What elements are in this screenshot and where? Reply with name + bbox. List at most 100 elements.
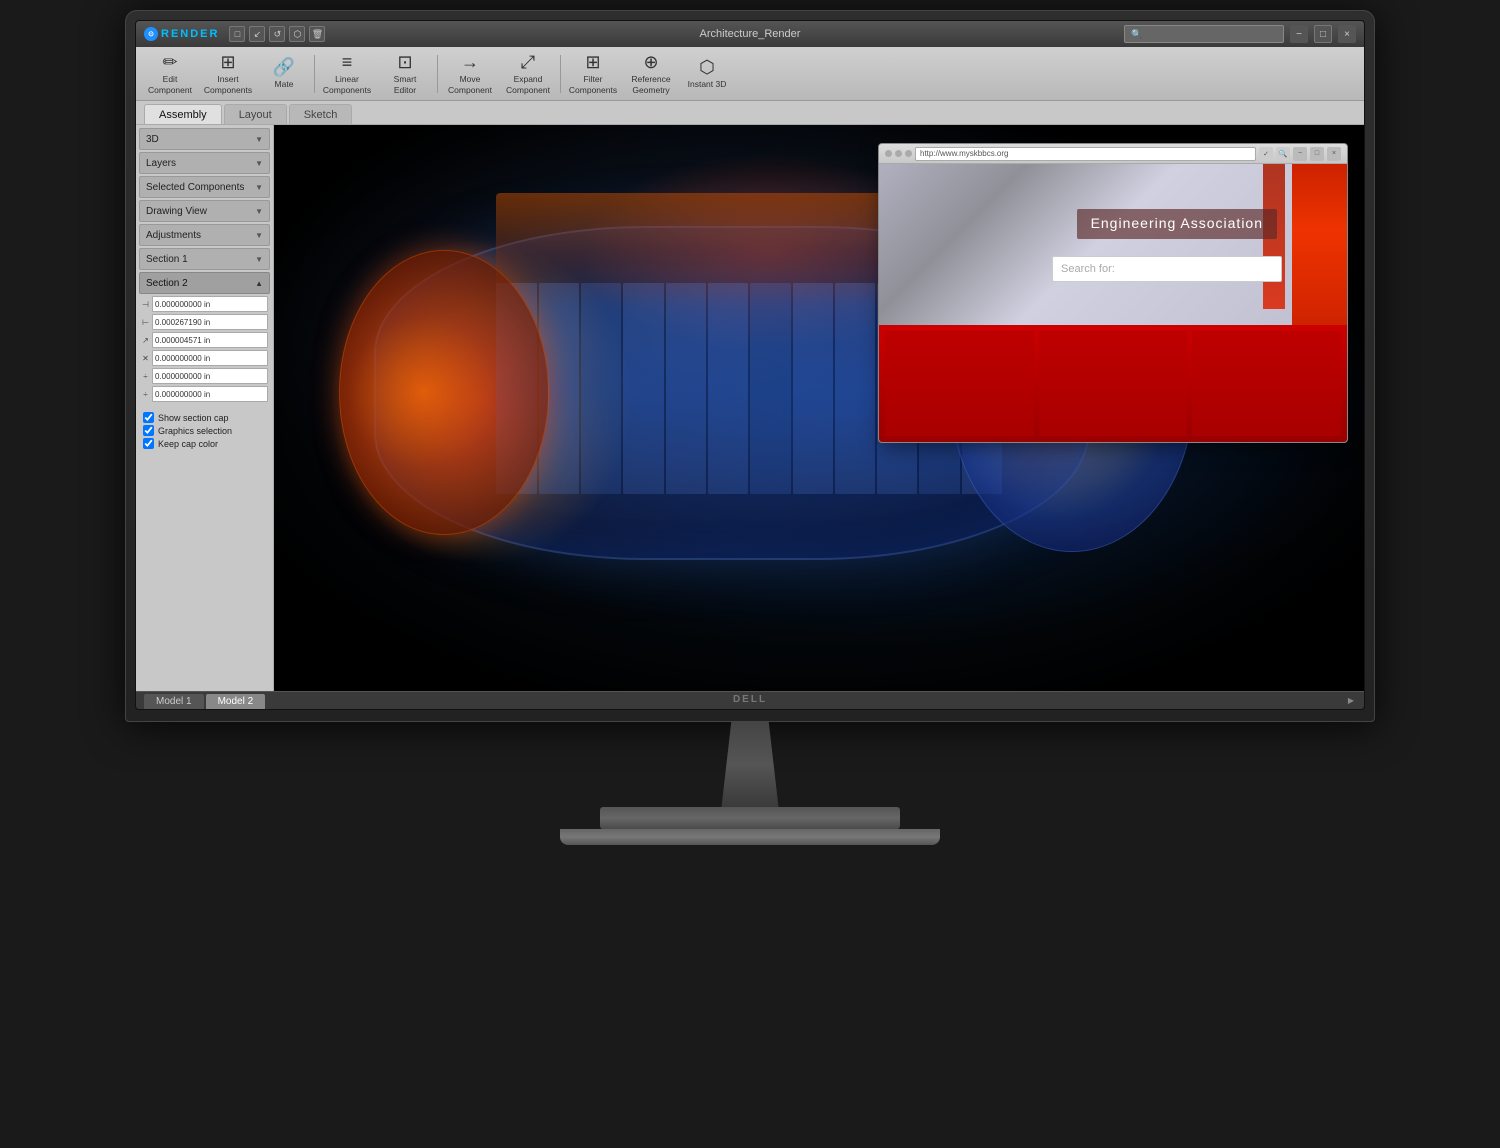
title-bar: ⊙ RENDER □ ↙ ↺ ⬡ 🗑 Architecture_Render 🔍 (136, 21, 1364, 47)
tool-edit-component[interactable]: ✏ EditComponent (142, 50, 198, 98)
dell-logo: DELL (733, 694, 767, 705)
move-label: MoveComponent (448, 74, 492, 94)
edit-component-icon: ✏ (162, 52, 177, 73)
browser-title-bar: http://www.myskbbcs.org ✓ 🔍 − □ × (879, 144, 1347, 164)
rib-4 (623, 283, 663, 495)
maximize-button[interactable]: □ (1314, 25, 1332, 43)
screen: ⊙ RENDER □ ↙ ↺ ⬡ 🗑 Architecture_Render 🔍 (135, 20, 1365, 710)
toolbar-sep-1 (314, 55, 315, 93)
bottom-tab-model2[interactable]: Model 2 (206, 694, 266, 710)
stand-neck (713, 722, 788, 807)
tool-expand[interactable]: ⤢ ExpandComponent (500, 50, 556, 98)
tool-smart[interactable]: ⊡ SmartEditor (377, 50, 433, 98)
dropdown-3d[interactable]: 3D ▼ (139, 128, 270, 150)
browser-dot-2 (895, 150, 902, 157)
tool-reference[interactable]: ⊕ ReferenceGeometry (623, 50, 679, 98)
tool-move[interactable]: → MoveComponent (442, 50, 498, 98)
instant3d-icon: ⬡ (699, 57, 715, 78)
title-bar-center: Architecture_Render (700, 28, 801, 40)
tb-icon-3[interactable]: ↺ (269, 26, 285, 42)
tb-icon-5[interactable]: 🗑 (309, 26, 325, 42)
browser-minimize-btn[interactable]: − (1293, 147, 1307, 161)
viewport[interactable]: http://www.myskbbcs.org ✓ 🔍 − □ × (274, 125, 1364, 691)
search-icon: 🔍 (1131, 29, 1142, 40)
rib-3 (581, 283, 621, 495)
adjustments-arrow: ▼ (255, 231, 263, 240)
browser-dots (885, 150, 912, 157)
input-field-2[interactable] (152, 314, 268, 330)
browser-url-bar[interactable]: http://www.myskbbcs.org (915, 147, 1256, 161)
input-field-6[interactable] (152, 386, 268, 402)
linear-icon: ≡ (342, 52, 353, 73)
dropdown-3d-label: 3D (146, 134, 159, 145)
checkbox-cap-color-input[interactable] (143, 438, 154, 449)
input-icon-1: ⊣ (141, 300, 150, 309)
filter-label: FilterComponents (569, 74, 617, 94)
input-row-4: ✕ (139, 350, 270, 366)
checkbox-cap-color-label: Keep cap color (158, 439, 218, 449)
minimize-button[interactable]: − (1290, 25, 1308, 43)
dropdown-selected-components[interactable]: Selected Components ▼ (139, 176, 270, 198)
tabs-bar: Assembly Layout Sketch (136, 101, 1364, 125)
dropdown-drawing-view[interactable]: Drawing View ▼ (139, 200, 270, 222)
input-row-5: ÷ (139, 368, 270, 384)
main-content: 3D ▼ Layers ▼ Selected Components ▼ Draw… (136, 125, 1364, 691)
red-panel-3 (1192, 331, 1341, 436)
tb-icon-1[interactable]: □ (229, 26, 245, 42)
insert-components-icon: ⊞ (220, 52, 235, 73)
close-button[interactable]: × (1338, 25, 1356, 43)
browser-maximize-btn[interactable]: □ (1310, 147, 1324, 161)
rib-6 (708, 283, 748, 495)
section2-arrow: ▲ (255, 279, 263, 288)
tool-instant3d[interactable]: ⬡ Instant 3D (681, 50, 733, 98)
tool-mate[interactable]: 🔗 Mate (258, 50, 310, 98)
rib-5 (666, 283, 706, 495)
dropdown-layers[interactable]: Layers ▼ (139, 152, 270, 174)
dropdown-adjustments[interactable]: Adjustments ▼ (139, 224, 270, 246)
checkbox-show-section-cap: Show section cap (139, 412, 270, 423)
input-row-2: ⊢ (139, 314, 270, 330)
stand-base-top (600, 807, 900, 829)
expand-label: ExpandComponent (506, 74, 550, 94)
checkbox-section-cap-input[interactable] (143, 412, 154, 423)
input-field-5[interactable] (152, 368, 268, 384)
tool-filter[interactable]: ⊞ FilterComponents (565, 50, 621, 98)
app-logo: ⊙ RENDER (144, 27, 219, 41)
browser-close-btn[interactable]: × (1327, 147, 1341, 161)
checkbox-graphics-input[interactable] (143, 425, 154, 436)
expand-icon: ⤢ (521, 52, 535, 73)
dropdown-section1[interactable]: Section 1 ▼ (139, 248, 270, 270)
tab-assembly[interactable]: Assembly (144, 104, 222, 124)
logo-circle: ⊙ (144, 27, 158, 41)
tool-linear[interactable]: ≡ LinearComponents (319, 50, 375, 98)
drawing-view-label: Drawing View (146, 206, 207, 217)
smart-icon: ⊡ (397, 52, 412, 73)
input-icon-6: ÷ (141, 390, 150, 399)
browser-search-placeholder: Search for: (1061, 263, 1115, 275)
section2-header[interactable]: Section 2 ▲ (139, 272, 270, 294)
titlebar-icons: □ ↙ ↺ ⬡ 🗑 (229, 26, 325, 42)
browser-overlay[interactable]: http://www.myskbbcs.org ✓ 🔍 − □ × (878, 143, 1348, 443)
rib-7 (750, 283, 790, 495)
rib-9 (835, 283, 875, 495)
move-icon: → (461, 52, 479, 73)
input-field-1[interactable] (152, 296, 268, 312)
tb-icon-2[interactable]: ↙ (249, 26, 265, 42)
dropdown-layers-arrow: ▼ (255, 159, 263, 168)
input-field-4[interactable] (152, 350, 268, 366)
tab-sketch[interactable]: Sketch (289, 104, 353, 124)
selected-components-label: Selected Components (146, 182, 244, 193)
input-field-3[interactable] (152, 332, 268, 348)
filter-icon: ⊞ (585, 52, 600, 73)
tool-insert-components[interactable]: ⊞ InsertComponents (200, 50, 256, 98)
search-box[interactable]: 🔍 (1124, 25, 1284, 43)
input-icon-5: ÷ (141, 372, 150, 381)
tb-icon-4[interactable]: ⬡ (289, 26, 305, 42)
reference-icon: ⊕ (643, 52, 658, 73)
bottom-tab-model1[interactable]: Model 1 (144, 694, 204, 710)
instant3d-label: Instant 3D (688, 79, 727, 89)
engineering-title-box: Engineering Association (1077, 209, 1277, 239)
tab-layout[interactable]: Layout (224, 104, 287, 124)
monitor-bezel: ⊙ RENDER □ ↙ ↺ ⬡ 🗑 Architecture_Render 🔍 (125, 10, 1375, 722)
browser-search-icon[interactable]: 🔍 (1276, 147, 1290, 161)
